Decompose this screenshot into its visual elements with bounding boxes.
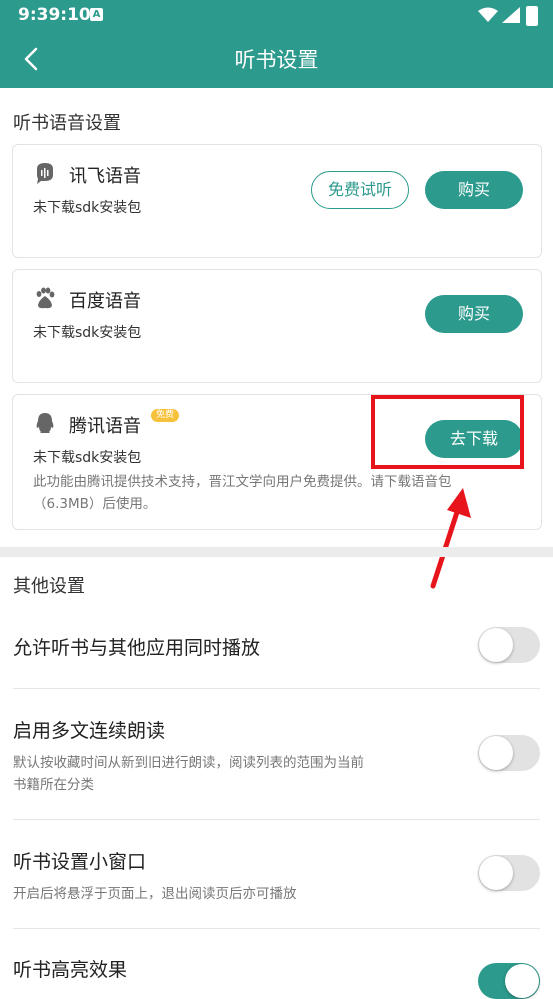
setting-continuous-read-title: 启用多文连续朗读 [13, 720, 166, 742]
voice-name: 百度语音 [69, 291, 141, 312]
section-divider [0, 547, 553, 557]
other-section-title: 其他设置 [13, 576, 85, 597]
setting-continuous-read-desc: 默认按收藏时间从新到旧进行朗读，阅读列表的范围为当前书籍所在分类 [13, 755, 364, 793]
status-time: 9:39:10 [18, 5, 91, 25]
page-title: 听书设置 [234, 48, 319, 72]
row-divider [13, 688, 540, 689]
setting-concurrent-play-toggle[interactable] [478, 627, 540, 663]
notification-icon: A [90, 8, 103, 21]
setting-mini-window-desc: 开启后将悬浮于页面上，退出阅读页后亦可播放 [13, 886, 297, 902]
voice-status: 未下载sdk安装包 [33, 200, 142, 216]
qq-penguin-icon [36, 413, 54, 433]
row-divider [13, 819, 540, 820]
app-bar: 听书设置 [0, 30, 553, 88]
toggle-knob [479, 736, 513, 770]
annotation-highlight-box [371, 395, 524, 469]
voice-name: 腾讯语音 [69, 416, 141, 437]
voice-name: 讯飞语音 [69, 166, 141, 187]
setting-continuous-read-toggle[interactable] [478, 735, 540, 771]
voice-status: 未下载sdk安装包 [33, 325, 142, 341]
setting-concurrent-play-title: 允许听书与其他应用同时播放 [13, 637, 261, 659]
row-divider [13, 928, 540, 929]
status-bar: 9:39:10 A [0, 0, 553, 30]
buy-button[interactable]: 购买 [425, 295, 523, 333]
buy-button[interactable]: 购买 [425, 171, 523, 209]
battery-icon [526, 6, 538, 26]
free-badge: 免费 [151, 409, 180, 422]
voice-card-iflytek: 讯飞语音 未下载sdk安装包 免费试听 购买 [12, 144, 542, 258]
voice-section-title: 听书语音设置 [13, 113, 121, 134]
baidu-paw-icon [36, 287, 55, 309]
toggle-knob [505, 964, 539, 998]
voice-card-baidu: 百度语音 未下载sdk安装包 购买 [12, 269, 542, 383]
free-trial-button[interactable]: 免费试听 [311, 171, 409, 209]
voice-status: 未下载sdk安装包 [33, 450, 142, 466]
toggle-knob [479, 628, 513, 662]
toggle-knob [479, 856, 513, 890]
iflytek-logo-icon [37, 163, 53, 184]
setting-highlight-title: 听书高亮效果 [13, 959, 128, 981]
setting-highlight-toggle[interactable] [478, 963, 540, 999]
signal-icon [502, 7, 520, 23]
setting-mini-window-title: 听书设置小窗口 [13, 851, 147, 873]
wifi-icon [478, 7, 498, 22]
annotation-arrow-icon [430, 488, 471, 589]
setting-mini-window-toggle[interactable] [478, 855, 540, 891]
